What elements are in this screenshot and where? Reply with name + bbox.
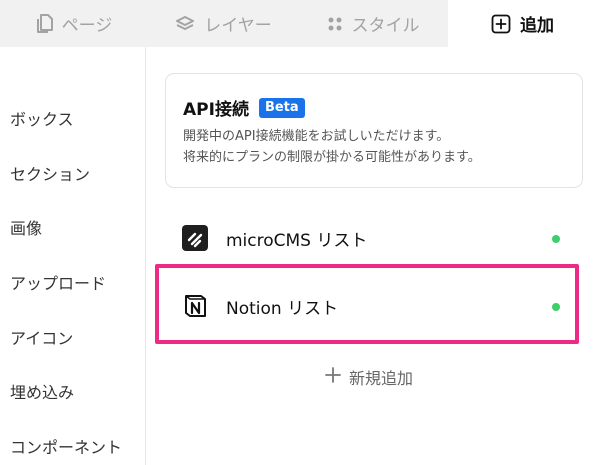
notion-list-label: Notion リスト xyxy=(226,298,339,319)
sidebar-item-image[interactable]: 画像 xyxy=(10,219,42,239)
microcms-list-label: microCMS リスト xyxy=(226,230,368,251)
top-tab-bar: ページ レイヤー スタイル 追加 xyxy=(0,0,597,47)
sidebar-item-upload[interactable]: アップロード xyxy=(10,274,106,294)
microcms-list-item[interactable]: microCMS リスト xyxy=(165,208,583,268)
beta-badge: Beta xyxy=(258,97,305,118)
sidebar-item-embed[interactable]: 埋め込み xyxy=(10,383,74,403)
microcms-logo-icon xyxy=(182,225,208,251)
api-card-description-line2: 将来的にプランの制限が掛かる可能性があります。 xyxy=(183,150,481,165)
add-new-label: 新規追加 xyxy=(349,369,414,388)
tab-style[interactable]: スタイル xyxy=(298,0,448,47)
api-connection-card: API接続 Beta 開発中のAPI接続機能をお試しいただけます。 将来的にプラ… xyxy=(165,73,583,188)
tab-layers[interactable]: レイヤー xyxy=(149,0,298,47)
tab-page[interactable]: ページ xyxy=(0,0,149,47)
microcms-status-dot xyxy=(552,235,560,243)
add-category-sidebar: ボックス セクション 画像 アップロード アイコン 埋め込み コンポーネント xyxy=(0,47,146,465)
page-icon xyxy=(36,13,53,34)
notion-logo-icon xyxy=(182,293,208,319)
notion-status-dot xyxy=(552,303,560,311)
api-card-header: API接続 Beta xyxy=(183,95,305,120)
notion-list-item[interactable]: Notion リスト xyxy=(165,276,583,336)
api-card-description: 開発中のAPI接続機能をお試しいただけます。 将来的にプランの制限が掛かる可能性… xyxy=(183,126,481,168)
style-dots-icon xyxy=(327,16,343,32)
main-panel: API接続 Beta 開発中のAPI接続機能をお試しいただけます。 将来的にプラ… xyxy=(147,47,597,465)
tab-page-label: ページ xyxy=(61,16,113,36)
tab-add-label: 追加 xyxy=(520,16,554,36)
plus-icon xyxy=(325,367,341,387)
tab-layers-label: レイヤー xyxy=(204,16,272,36)
sidebar-item-box[interactable]: ボックス xyxy=(10,110,74,130)
add-new-connection-button[interactable]: 新規追加 xyxy=(325,365,413,389)
sidebar-item-icon[interactable]: アイコン xyxy=(10,329,73,349)
api-card-title: API接続 xyxy=(183,100,249,120)
plus-square-icon xyxy=(491,14,511,34)
api-card-description-line1: 開発中のAPI接続機能をお試しいただけます。 xyxy=(183,129,450,144)
sidebar-item-section[interactable]: セクション xyxy=(10,165,90,185)
tab-style-label: スタイル xyxy=(351,16,420,36)
layers-icon xyxy=(175,15,195,33)
tab-add[interactable]: 追加 xyxy=(448,0,597,47)
sidebar-item-component[interactable]: コンポーネント xyxy=(10,438,122,458)
